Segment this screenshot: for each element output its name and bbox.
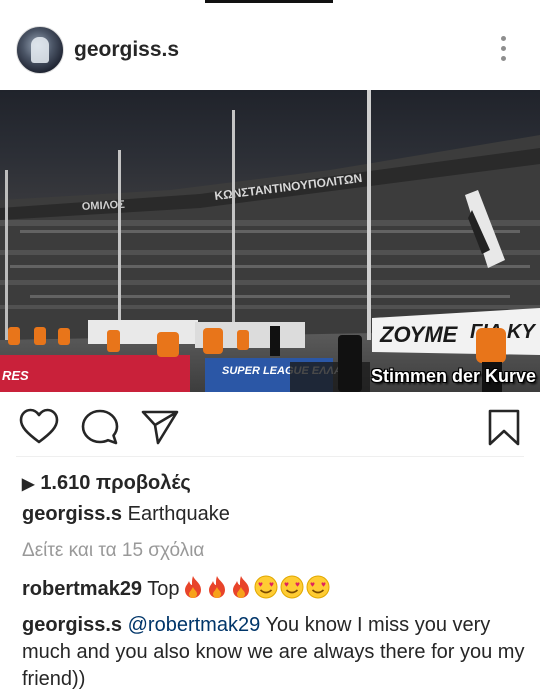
stadium-scene: ΟΜΙΛΟΣ ΚΩΝΣΤΑΝΤΙΝΟΥΠΟΛΙΤΩΝ ΖΟΥΜΕ ΓΙΑ ΚΥ … [0,90,540,392]
heart-eyes-emoji-icon [280,575,304,599]
share-send-icon[interactable] [140,408,180,448]
video-watermark: Stimmen der Kurve [370,366,536,386]
view-count[interactable]: ▶ 1.610 προβολές [22,472,191,495]
view-count-label: 1.610 προβολές [40,472,191,494]
fire-emoji-icon [208,576,225,598]
comment: georgiss.s @robertmak29 You know I miss … [22,612,527,693]
post-caption: georgiss.s Earthquake [22,503,230,526]
caption-text: Earthquake [127,503,230,525]
more-options-icon[interactable] [497,36,509,66]
post-actions [0,400,540,456]
actions-divider [16,456,524,457]
comment-mention-link[interactable]: @robertmak29 [128,614,261,636]
avatar[interactable] [16,26,64,74]
save-bookmark-icon[interactable] [484,408,524,448]
view-all-comments-link[interactable]: Δείτε και τα 15 σχόλια [22,540,204,562]
fire-emoji-icon [184,576,201,598]
comment-bubble-icon[interactable] [80,408,120,448]
comment-text: Top [147,578,180,600]
play-triangle-icon: ▶ [22,476,35,493]
comment: robertmak29 Top [22,575,330,601]
post-username[interactable]: georgiss.s [74,38,179,62]
fire-emoji-icon [232,576,249,598]
comment-emojis [180,575,330,600]
heart-eyes-emoji-icon [254,575,278,599]
like-heart-icon[interactable] [19,408,59,448]
svg-text:ΖΟΥΜΕ: ΖΟΥΜΕ [379,322,459,347]
svg-text:RES: RES [2,368,29,383]
caption-username[interactable]: georgiss.s [22,503,122,525]
post-header: georgiss.s [0,0,540,90]
comment-username[interactable]: georgiss.s [22,614,122,636]
comment-username[interactable]: robertmak29 [22,578,142,600]
post-video[interactable]: ΟΜΙΛΟΣ ΚΩΝΣΤΑΝΤΙΝΟΥΠΟΛΙΤΩΝ ΖΟΥΜΕ ΓΙΑ ΚΥ … [0,90,540,392]
heart-eyes-emoji-icon [306,575,330,599]
